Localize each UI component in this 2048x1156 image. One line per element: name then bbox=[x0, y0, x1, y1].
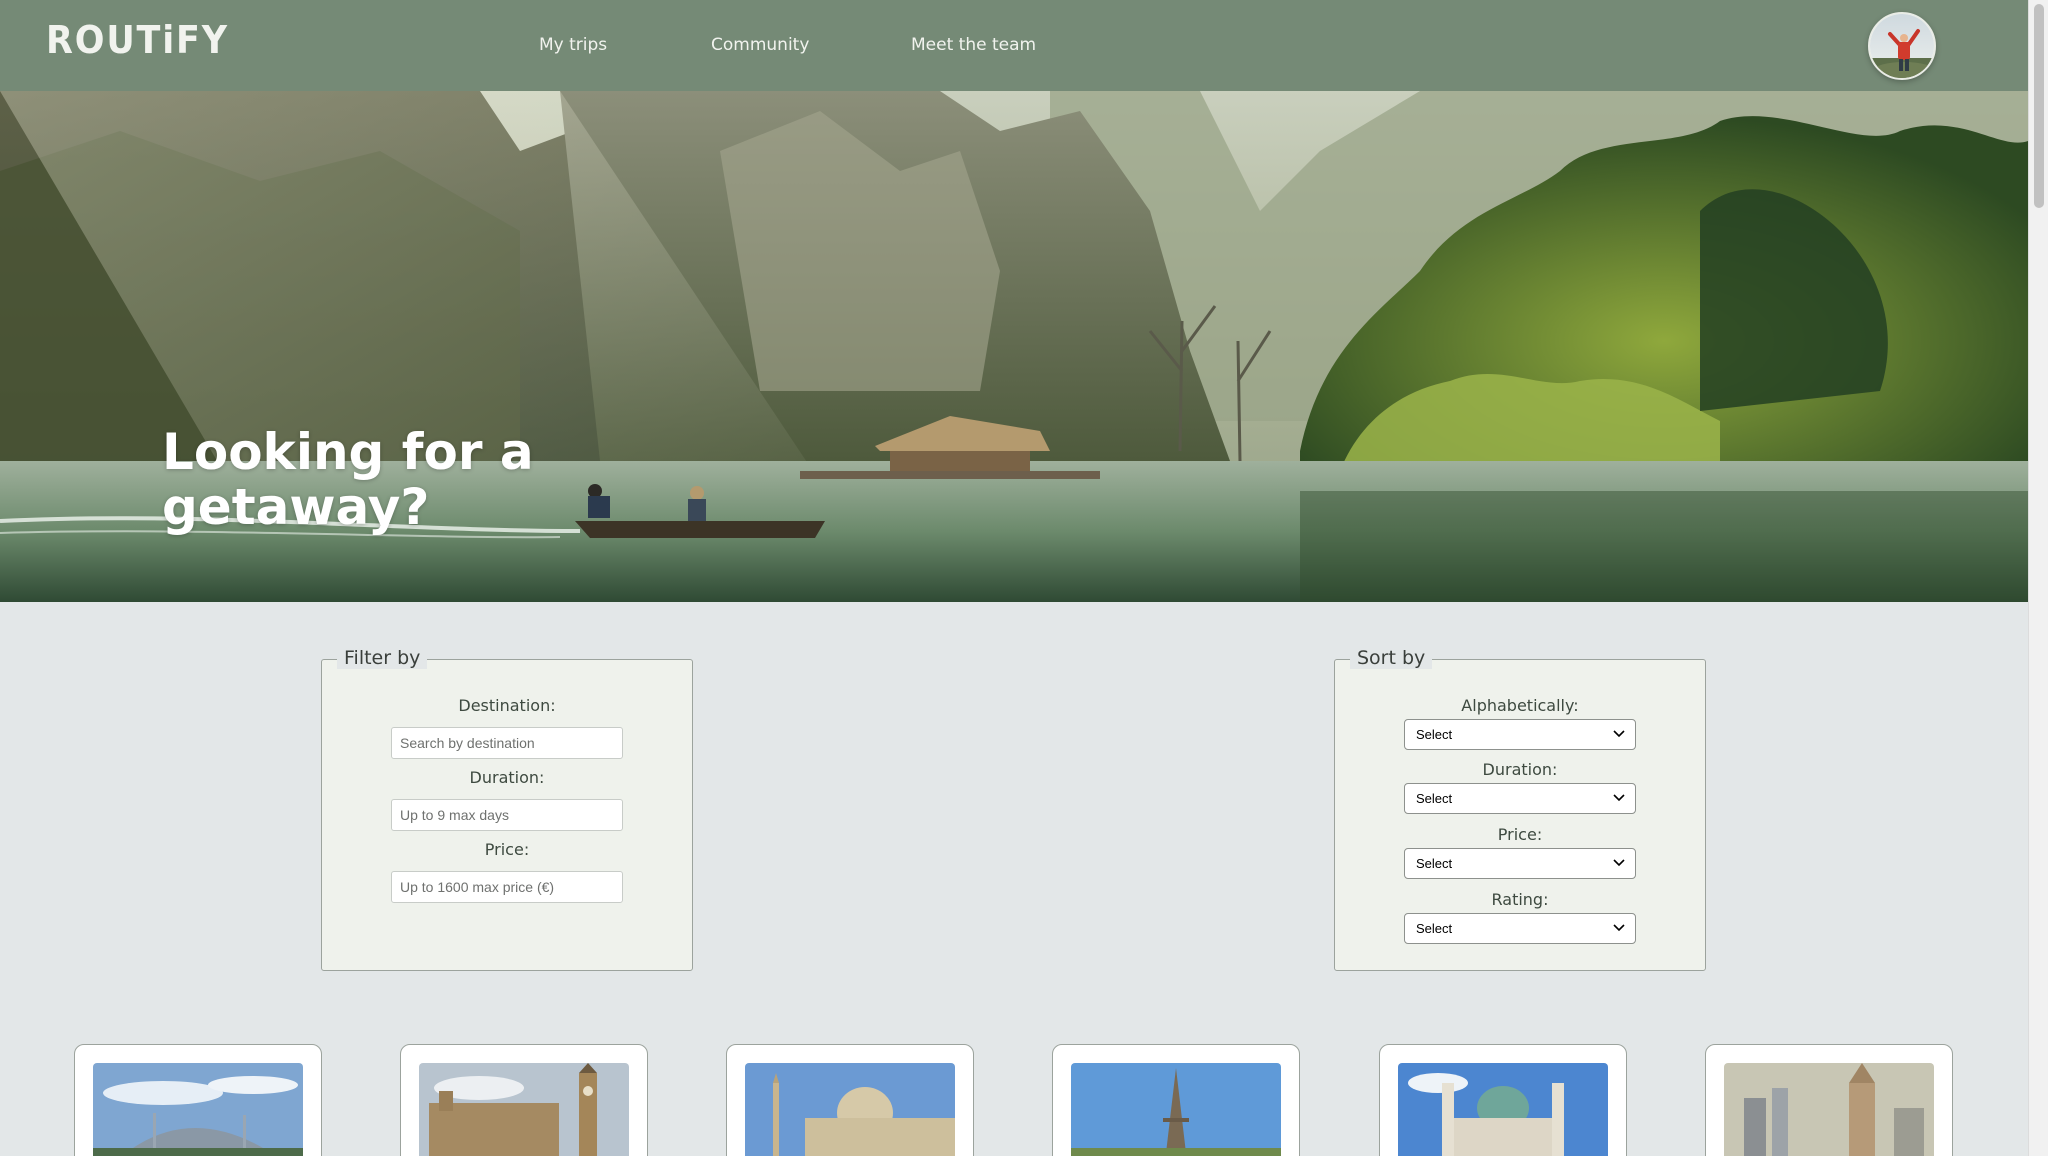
london-parliament-image bbox=[419, 1063, 629, 1156]
chevron-down-icon bbox=[1613, 730, 1625, 738]
chevron-down-icon bbox=[1613, 859, 1625, 867]
paris-eiffel-image bbox=[1071, 1063, 1281, 1156]
rating-sort-label: Rating: bbox=[1491, 890, 1549, 909]
alphabetically-select-value: Select bbox=[1416, 727, 1453, 742]
duration-select-value: Select bbox=[1416, 791, 1453, 806]
alphabetically-select[interactable]: Select bbox=[1404, 719, 1636, 750]
price-select-value: Select bbox=[1416, 856, 1453, 871]
chevron-down-icon bbox=[1613, 924, 1625, 932]
top-navbar: ROUTiFY My trips Community Meet the team bbox=[0, 0, 2028, 91]
trip-card[interactable] bbox=[726, 1044, 974, 1156]
duration-sort-label: Duration: bbox=[1482, 760, 1558, 779]
duration-input[interactable] bbox=[391, 799, 623, 831]
price-filter-label: Price: bbox=[484, 840, 530, 859]
filter-legend: Filter by bbox=[337, 647, 428, 669]
nav-my-trips[interactable]: My trips bbox=[539, 35, 607, 55]
destination-search-input[interactable] bbox=[391, 727, 623, 759]
rating-sort-select[interactable]: Select bbox=[1404, 913, 1636, 944]
trip-card[interactable] bbox=[400, 1044, 648, 1156]
avatar-photo-icon bbox=[1870, 14, 1934, 78]
price-sort-select[interactable]: Select bbox=[1404, 848, 1636, 879]
hero-headline: Looking for a getaway? bbox=[162, 423, 534, 536]
duration-filter-label: Duration: bbox=[469, 768, 545, 787]
trip-card[interactable] bbox=[1052, 1044, 1300, 1156]
routify-logo[interactable]: ROUTiFY bbox=[46, 18, 229, 62]
rome-vatican-image bbox=[745, 1063, 955, 1156]
scrollbar-thumb[interactable] bbox=[2034, 4, 2044, 208]
nav-community[interactable]: Community bbox=[711, 35, 809, 55]
price-sort-label: Price: bbox=[1497, 825, 1543, 844]
price-input[interactable] bbox=[391, 871, 623, 903]
page-scrollbar[interactable] bbox=[2028, 0, 2048, 1156]
duration-sort-select[interactable]: Select bbox=[1404, 783, 1636, 814]
chevron-down-icon bbox=[1613, 794, 1625, 802]
rating-select-value: Select bbox=[1416, 921, 1453, 936]
warsaw-skyline-image bbox=[1724, 1063, 1934, 1156]
filter-panel: Filter by Destination: Duration: Price: bbox=[321, 647, 693, 971]
destination-label: Destination: bbox=[458, 696, 556, 715]
sort-legend: Sort by bbox=[1350, 647, 1433, 669]
hero-banner: Looking for a getaway? bbox=[0, 91, 2028, 602]
sort-panel: Sort by Alphabetically: Select Duration:… bbox=[1334, 647, 1706, 971]
trip-card[interactable] bbox=[1379, 1044, 1627, 1156]
trip-card[interactable] bbox=[74, 1044, 322, 1156]
trip-card[interactable] bbox=[1705, 1044, 1953, 1156]
alphabetically-label: Alphabetically: bbox=[1461, 696, 1579, 715]
nav-meet-the-team[interactable]: Meet the team bbox=[911, 35, 1036, 55]
istanbul-mosque-image bbox=[93, 1063, 303, 1156]
vienna-karlskirche-image bbox=[1398, 1063, 1608, 1156]
user-avatar[interactable] bbox=[1868, 12, 1936, 80]
